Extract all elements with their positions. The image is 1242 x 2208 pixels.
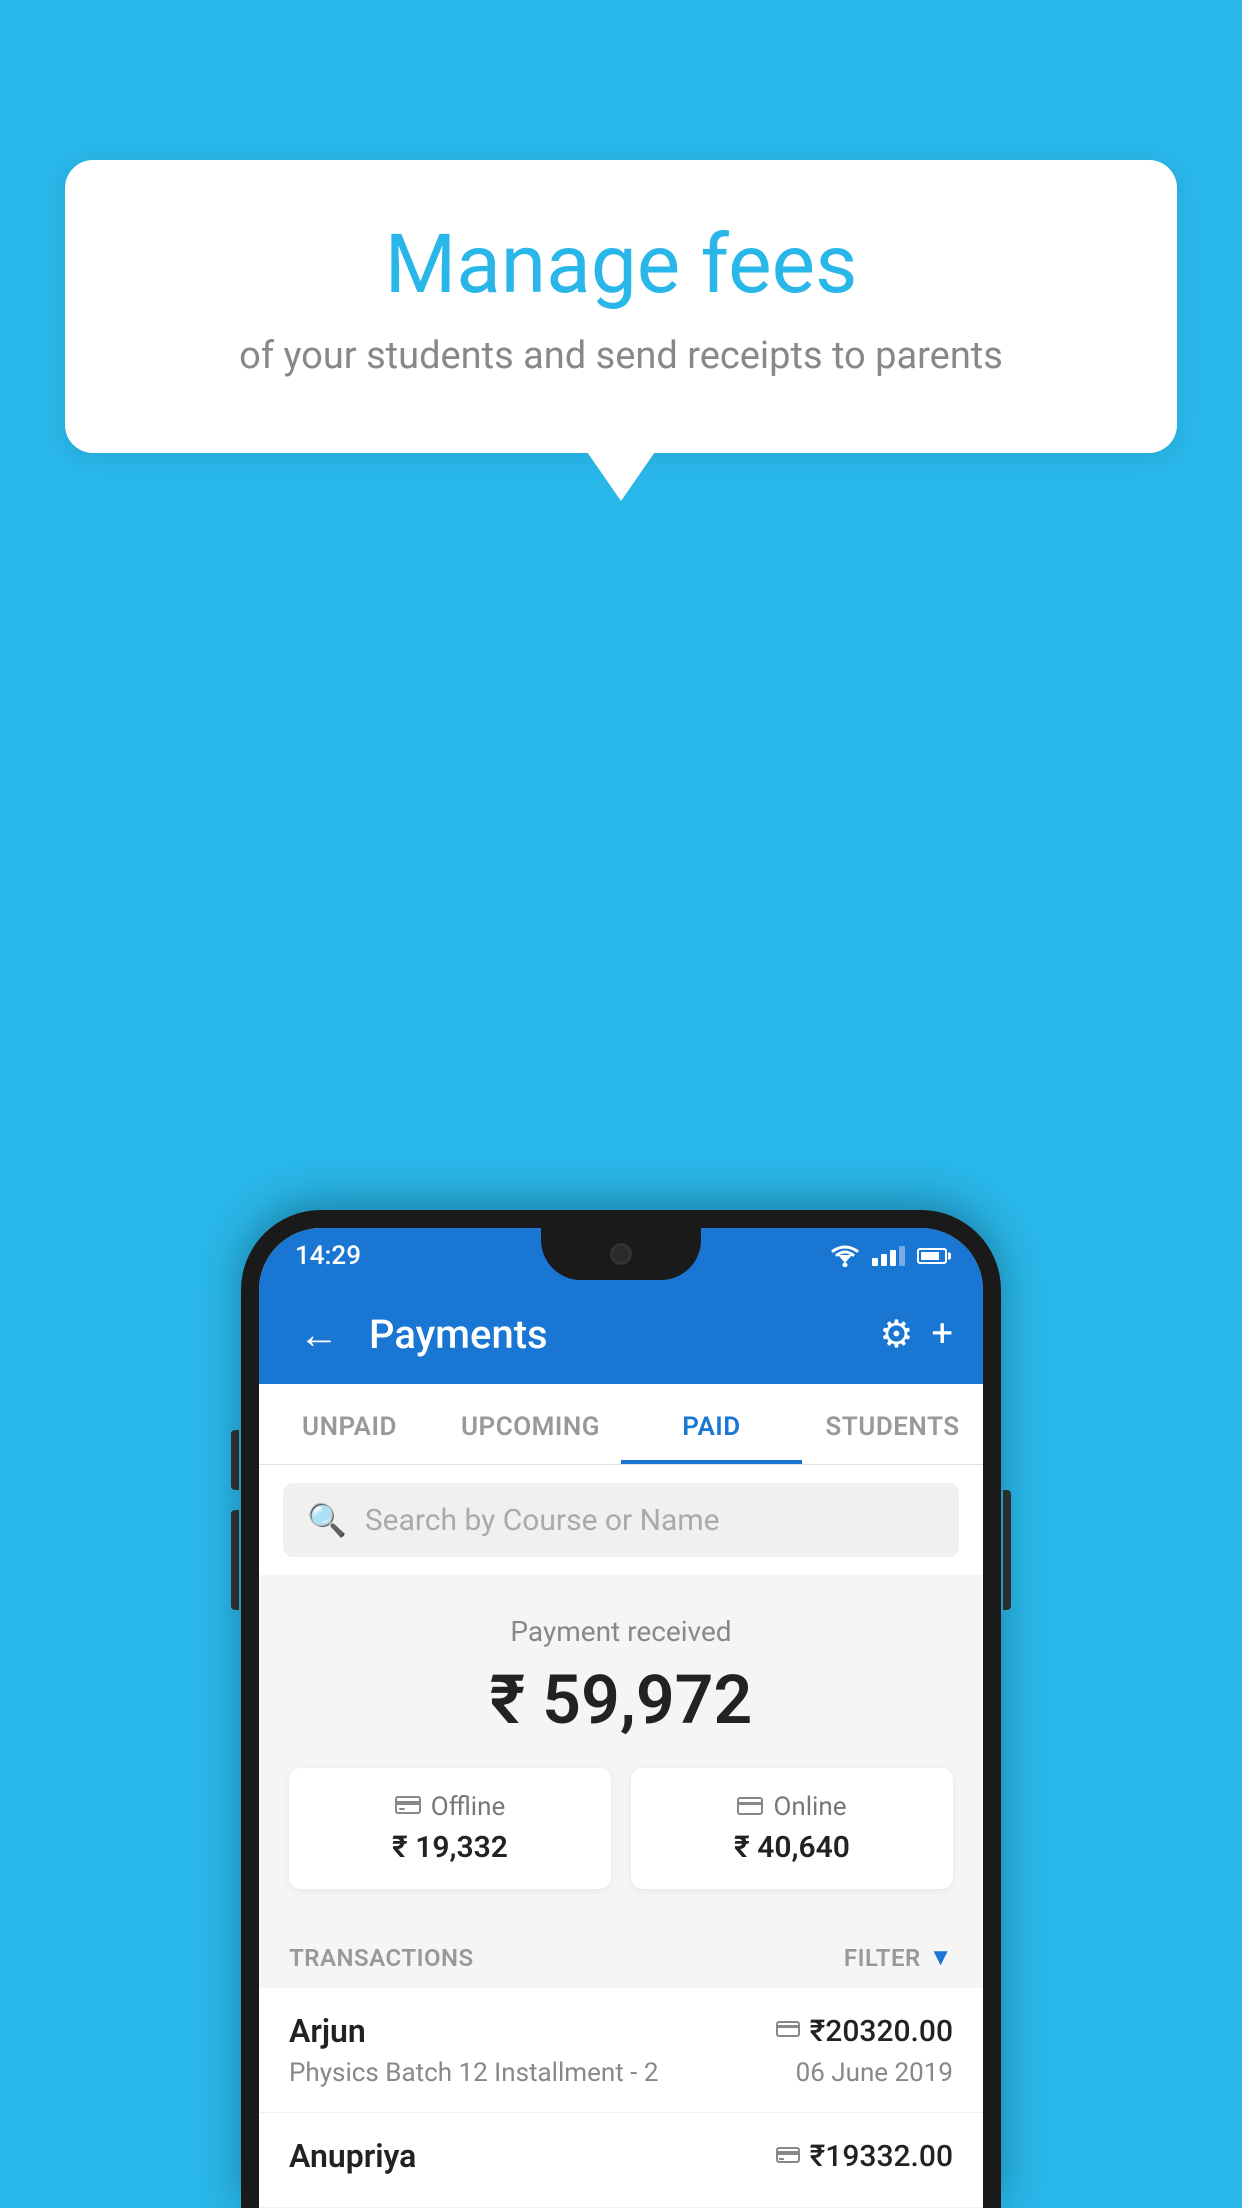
- amount-row: ₹20320.00: [776, 2014, 953, 2049]
- online-icon: [737, 1793, 763, 1821]
- search-icon: 🔍: [307, 1501, 347, 1539]
- payment-label: Payment received: [289, 1615, 953, 1648]
- phone-outer: 14:29: [241, 1210, 1001, 2208]
- transactions-label: TRANSACTIONS: [289, 1944, 474, 1972]
- back-button[interactable]: ←: [289, 1301, 349, 1368]
- camera: [610, 1243, 632, 1265]
- online-label: Online: [773, 1792, 846, 1822]
- course-info: Physics Batch 12 Installment - 2: [289, 2058, 658, 2088]
- phone-screen: 14:29: [259, 1228, 983, 2208]
- status-bar: 14:29: [259, 1228, 983, 1284]
- offline-icon: [395, 1793, 421, 1821]
- transactions-header: TRANSACTIONS FILTER ▼: [259, 1919, 983, 1988]
- status-icons: [830, 1245, 947, 1267]
- tabs-bar: UNPAID UPCOMING PAID STUDENTS: [259, 1384, 983, 1465]
- status-time: 14:29: [295, 1241, 361, 1271]
- transactions-list: Arjun ₹20320.00 Physics: [259, 1988, 983, 2208]
- amount-row: ₹19332.00: [776, 2139, 953, 2174]
- tab-students[interactable]: STUDENTS: [802, 1384, 983, 1464]
- online-amount: ₹ 40,640: [651, 1830, 933, 1865]
- total-amount: ₹ 59,972: [289, 1660, 953, 1740]
- student-name: Arjun: [289, 2012, 366, 2050]
- wifi-icon: [830, 1245, 860, 1267]
- offline-card: Offline ₹ 19,332: [289, 1768, 611, 1889]
- battery-icon: [917, 1248, 947, 1264]
- filter-label: FILTER: [844, 1944, 921, 1972]
- search-placeholder: Search by Course or Name: [365, 1503, 720, 1538]
- table-row[interactable]: Arjun ₹20320.00 Physics: [259, 1988, 983, 2113]
- offline-label: Offline: [431, 1792, 506, 1822]
- side-button-vol-up: [231, 1430, 239, 1490]
- bubble-title: Manage fees: [145, 220, 1097, 310]
- card-icon: [776, 2017, 800, 2045]
- app-bar: ← Payments ⚙ +: [259, 1284, 983, 1384]
- signal-icon: [872, 1246, 905, 1266]
- search-box[interactable]: 🔍 Search by Course or Name: [283, 1483, 959, 1557]
- transaction-amount: ₹19332.00: [810, 2139, 953, 2174]
- notch: [541, 1228, 701, 1280]
- student-name: Anupriya: [289, 2137, 416, 2175]
- tab-unpaid[interactable]: UNPAID: [259, 1384, 440, 1464]
- payment-summary: Payment received ₹ 59,972: [259, 1575, 983, 1919]
- app-bar-actions: ⚙ +: [879, 1312, 953, 1357]
- tab-paid[interactable]: PAID: [621, 1384, 802, 1464]
- add-button[interactable]: +: [931, 1312, 953, 1356]
- search-container: 🔍 Search by Course or Name: [259, 1465, 983, 1575]
- table-row[interactable]: Anupriya ₹19332.00: [259, 2113, 983, 2208]
- phone-device: 14:29: [241, 1210, 1001, 2208]
- offline-payment-icon: [776, 2142, 800, 2170]
- side-button-vol-down: [231, 1510, 239, 1610]
- side-button-power: [1003, 1490, 1011, 1610]
- bubble-subtitle: of your students and send receipts to pa…: [145, 330, 1097, 383]
- speech-bubble: Manage fees of your students and send re…: [65, 160, 1177, 453]
- payment-cards: Offline ₹ 19,332 Online: [289, 1768, 953, 1889]
- offline-amount: ₹ 19,332: [309, 1830, 591, 1865]
- online-card: Online ₹ 40,640: [631, 1768, 953, 1889]
- tab-upcoming[interactable]: UPCOMING: [440, 1384, 621, 1464]
- settings-icon[interactable]: ⚙: [879, 1312, 913, 1357]
- page-title: Payments: [369, 1311, 859, 1358]
- filter-button[interactable]: FILTER ▼: [844, 1943, 953, 1972]
- date-info: 06 June 2019: [796, 2058, 953, 2088]
- transaction-amount: ₹20320.00: [810, 2014, 953, 2049]
- speech-bubble-wrapper: Manage fees of your students and send re…: [65, 160, 1177, 453]
- filter-icon: ▼: [929, 1943, 953, 1972]
